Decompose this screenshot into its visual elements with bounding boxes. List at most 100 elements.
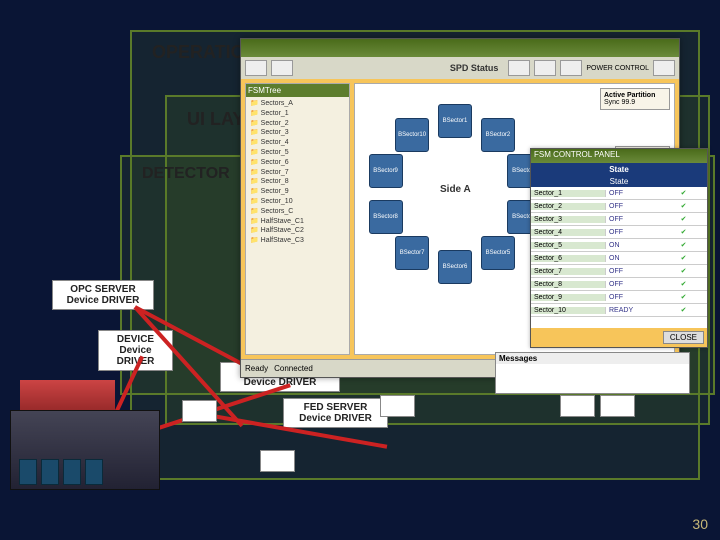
row-state: READY (606, 307, 666, 314)
sector[interactable]: BSector6 (438, 250, 472, 284)
fsm-control-panel-window: FSM CONTROL PANEL State State Sector_1OF… (530, 148, 708, 348)
tree-item[interactable]: Sector_2 (250, 119, 345, 129)
tree-item[interactable]: Sector_9 (250, 187, 345, 197)
sector[interactable]: BSector8 (369, 200, 403, 234)
row-name: Sector_2 (531, 203, 606, 210)
toolbar-button[interactable] (245, 60, 267, 76)
toolbar-button[interactable] (560, 60, 582, 76)
window-titlebar[interactable] (241, 39, 679, 57)
detector-layer-label: DETECTOR (142, 165, 230, 183)
opc-server-line1: OPC SERVER (70, 284, 135, 295)
hw-node-box (260, 450, 295, 472)
hardware-base (10, 410, 160, 490)
status-text: Connected (274, 364, 313, 373)
sector[interactable]: BSector9 (369, 154, 403, 188)
control-table-row[interactable]: Sector_2OFF✔ (531, 200, 707, 213)
hw-node-box (182, 400, 217, 422)
messages-panel: Messages (495, 352, 690, 394)
fed-server-line1: FED SERVER (304, 402, 368, 413)
control-panel-footer: CLOSE (531, 328, 707, 347)
row-check-icon: ✔ (666, 241, 701, 249)
row-name: Sector_6 (531, 255, 606, 262)
row-name: Sector_1 (531, 190, 606, 197)
sector[interactable]: BSector5 (481, 236, 515, 270)
row-state: ON (606, 242, 666, 249)
sector[interactable]: BSector10 (395, 118, 429, 152)
messages-header: Messages (496, 353, 689, 364)
control-table-row[interactable]: Sector_8OFF✔ (531, 278, 707, 291)
control-panel-titlebar[interactable]: FSM CONTROL PANEL (531, 149, 707, 163)
control-panel-table: Sector_1OFF✔Sector_2OFF✔Sector_3OFF✔Sect… (531, 187, 707, 328)
row-name: Sector_3 (531, 216, 606, 223)
toolbar-button[interactable] (653, 60, 675, 76)
row-state: OFF (606, 294, 666, 301)
tree-item[interactable]: Sector_1 (250, 109, 345, 119)
hardware-slot (85, 459, 103, 485)
row-check-icon: ✔ (666, 267, 701, 275)
control-table-row[interactable]: Sector_5ON✔ (531, 239, 707, 252)
control-table-row[interactable]: Sector_10READY✔ (531, 304, 707, 317)
toolbar-button[interactable] (508, 60, 530, 76)
hw-node-box (560, 395, 595, 417)
row-state: OFF (606, 203, 666, 210)
tree-item[interactable]: HalfStave_C2 (250, 226, 345, 236)
control-panel-header: State (531, 163, 707, 176)
row-state: ON (606, 255, 666, 262)
tree-item[interactable]: HalfStave_C3 (250, 236, 345, 246)
control-table-row[interactable]: Sector_6ON✔ (531, 252, 707, 265)
status-text: Ready (245, 364, 268, 373)
control-table-row[interactable]: Sector_3OFF✔ (531, 213, 707, 226)
tree-item[interactable]: Sector_8 (250, 177, 345, 187)
row-check-icon: ✔ (666, 215, 701, 223)
toolbar-button[interactable] (271, 60, 293, 76)
row-state: OFF (606, 190, 666, 197)
tree-item[interactable]: Sector_6 (250, 158, 345, 168)
hardware-illustration (0, 370, 175, 510)
tree-item[interactable]: Sector_10 (250, 197, 345, 207)
sector[interactable]: BSector7 (395, 236, 429, 270)
tree-item[interactable]: Sector_3 (250, 128, 345, 138)
tree-item[interactable]: Sector_7 (250, 168, 345, 178)
hw-node-box (600, 395, 635, 417)
row-check-icon: ✔ (666, 293, 701, 301)
row-state: OFF (606, 229, 666, 236)
row-state: OFF (606, 281, 666, 288)
control-table-row[interactable]: Sector_7OFF✔ (531, 265, 707, 278)
side-a-label: Side A (440, 184, 471, 195)
info-title: Active Partition (604, 92, 666, 99)
row-name: Sector_8 (531, 281, 606, 288)
hw-node-box (380, 395, 415, 417)
fed-server-box: FED SERVER Device DRIVER (283, 398, 388, 428)
tree-item[interactable]: HalfStave_C1 (250, 217, 345, 227)
row-name: Sector_4 (531, 229, 606, 236)
control-panel-subheader: State (531, 176, 707, 187)
tree-item[interactable]: Sector_5 (250, 148, 345, 158)
control-table-row[interactable]: Sector_4OFF✔ (531, 226, 707, 239)
control-table-row[interactable]: Sector_9OFF✔ (531, 291, 707, 304)
sector[interactable]: BSector1 (438, 104, 472, 138)
tree-list[interactable]: Sectors_ASector_1Sector_2Sector_3Sector_… (246, 97, 349, 248)
active-partition-box: Active Partition Sync 99.9 (600, 88, 670, 110)
row-check-icon: ✔ (666, 189, 701, 197)
row-check-icon: ✔ (666, 228, 701, 236)
info-line: Sync 99.9 (604, 99, 666, 106)
tree-item[interactable]: Sectors_A (250, 99, 345, 109)
close-button[interactable]: CLOSE (663, 331, 704, 344)
sector[interactable]: BSector2 (481, 118, 515, 152)
opc-server-box: OPC SERVER Device DRIVER (52, 280, 154, 310)
page-number: 30 (692, 516, 708, 532)
device-server-line1: DEVICE (117, 334, 154, 345)
toolbar-right-label: POWER CONTROL (586, 65, 649, 72)
toolbar-button[interactable] (534, 60, 556, 76)
row-name: Sector_9 (531, 294, 606, 301)
row-check-icon: ✔ (666, 202, 701, 210)
row-check-icon: ✔ (666, 306, 701, 314)
control-table-row[interactable]: Sector_1OFF✔ (531, 187, 707, 200)
hardware-slot (41, 459, 59, 485)
row-name: Sector_10 (531, 307, 606, 314)
tree-item[interactable]: Sectors_C (250, 207, 345, 217)
tree-item[interactable]: Sector_4 (250, 138, 345, 148)
row-name: Sector_7 (531, 268, 606, 275)
row-state: OFF (606, 216, 666, 223)
fed-server-line2: Device DRIVER (290, 413, 381, 424)
